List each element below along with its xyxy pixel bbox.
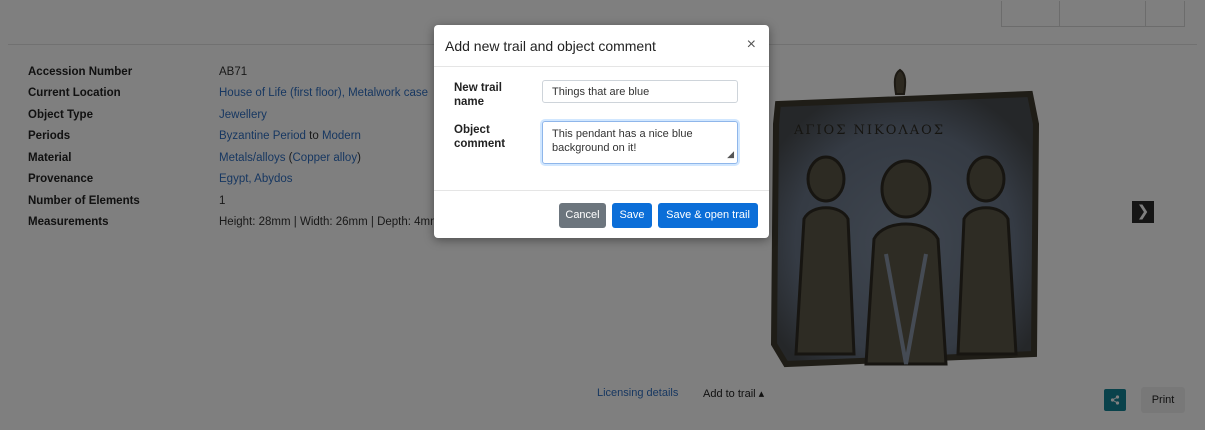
save-button[interactable]: Save [612,203,652,228]
object-page: Accession NumberAB71Current LocationHous… [0,0,1205,430]
modal-footer-divider [434,190,769,191]
modal-title: Add new trail and object comment [445,38,656,54]
save-open-trail-button[interactable]: Save & open trail [658,203,758,228]
cancel-button[interactable]: Cancel [559,203,606,228]
object-comment-textarea[interactable]: This pendant has a nice blue background … [542,121,738,164]
close-icon[interactable]: × [747,36,756,54]
modal-header: Add new trail and object comment × [434,25,769,67]
object-comment-text: This pendant has a nice blue background … [552,128,693,154]
trail-name-input[interactable]: Things that are blue [542,80,738,103]
resize-handle-icon[interactable]: ◢ [727,147,734,161]
trail-name-label: New trail name [454,82,502,108]
object-comment-label: Object comment [454,124,506,150]
add-trail-modal: Add new trail and object comment × New t… [434,25,769,238]
